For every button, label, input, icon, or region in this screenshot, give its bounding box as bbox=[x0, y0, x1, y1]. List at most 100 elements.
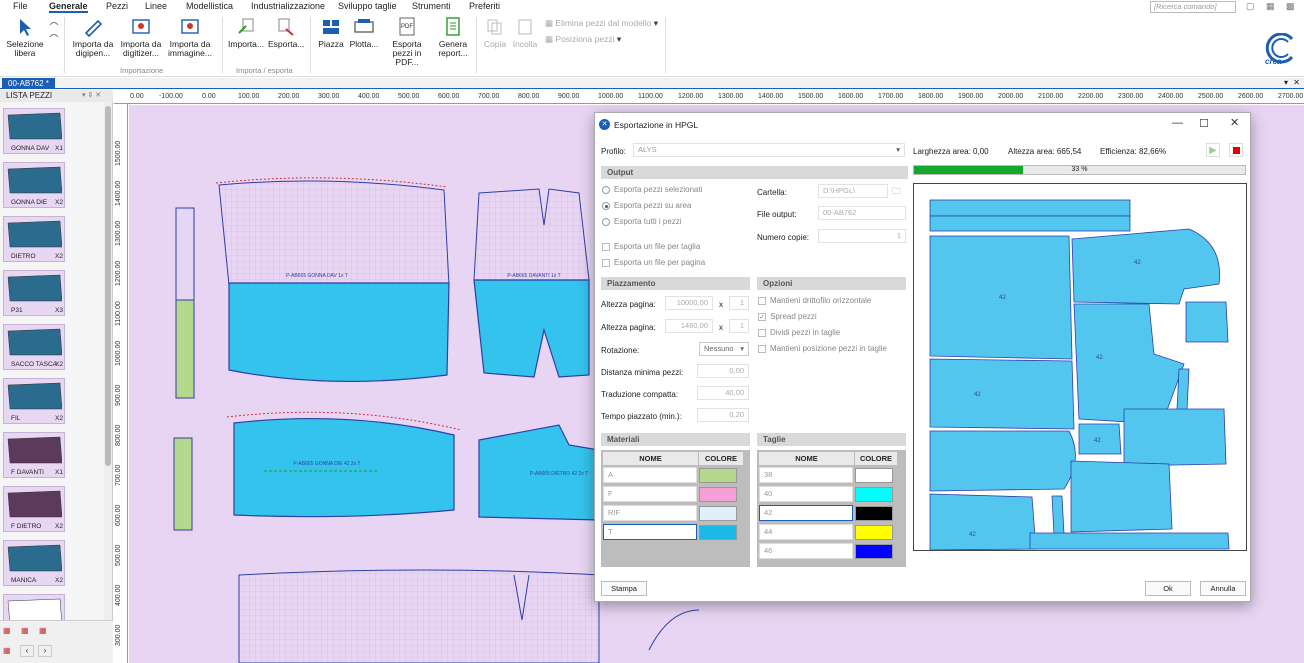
radio-area[interactable] bbox=[602, 202, 610, 210]
taglia-name[interactable]: 38 bbox=[759, 467, 853, 483]
materiali-col-colore[interactable]: COLORE bbox=[699, 452, 743, 465]
materiale-name[interactable]: F bbox=[603, 486, 697, 502]
chk-spread[interactable]: ✓ bbox=[758, 313, 766, 321]
piece-bottom[interactable] bbox=[238, 569, 600, 663]
taglia-color-swatch[interactable] bbox=[855, 487, 893, 502]
menu-strumenti[interactable]: Strumenti bbox=[412, 1, 451, 11]
folder-icon[interactable]: 🗀 bbox=[892, 184, 901, 200]
tempo-input[interactable]: 0,20 bbox=[697, 408, 749, 422]
window-icon-a[interactable]: ▢ bbox=[1246, 1, 1255, 12]
pieces-scroll-thumb[interactable] bbox=[105, 106, 111, 466]
altezza-pagina-input-1[interactable]: 10000,00 bbox=[665, 296, 713, 310]
distanza-input[interactable]: 0,00 bbox=[697, 364, 749, 378]
menu-sviluppo-taglie[interactable]: Sviluppo taglie bbox=[338, 1, 397, 11]
command-search-input[interactable]: [Ricerca comando] bbox=[1150, 1, 1236, 13]
taglia-name[interactable]: 42 bbox=[759, 505, 853, 521]
chk-file-pagina[interactable] bbox=[602, 259, 610, 267]
stampa-button[interactable]: Stampa bbox=[601, 581, 647, 596]
materiale-name[interactable]: RIF bbox=[603, 505, 697, 521]
file-output-input[interactable]: 00-AB762 bbox=[818, 206, 906, 220]
menu-generale[interactable]: Generale bbox=[49, 1, 88, 13]
profilo-select[interactable]: ALYS ▾ bbox=[633, 143, 905, 157]
materiale-color-swatch[interactable] bbox=[699, 487, 737, 502]
panel-pin-icon[interactable]: ▾ ⇕ ✕ bbox=[82, 91, 101, 99]
close-icon[interactable]: ✕ bbox=[1230, 116, 1239, 129]
traduzione-input[interactable]: 40,00 bbox=[697, 386, 749, 400]
importa-digitizer-button[interactable]: Importa da digitizer... bbox=[118, 17, 164, 58]
menu-modellistica[interactable]: Modellistica bbox=[186, 1, 233, 11]
importa-immagine-button[interactable]: Importa da immagine... bbox=[166, 17, 214, 58]
piece-davanti-grid[interactable] bbox=[473, 188, 590, 281]
tab-list-icon[interactable]: ▾ bbox=[1284, 78, 1288, 87]
menu-file[interactable]: File bbox=[13, 1, 28, 11]
menu-industrializzazione[interactable]: Industrializzazione bbox=[251, 1, 325, 11]
taglie-col-colore[interactable]: COLORE bbox=[855, 452, 897, 465]
importa-digipen-button[interactable]: Importa da digipen... bbox=[70, 17, 116, 58]
materiali-col-nome[interactable]: NOME bbox=[603, 452, 698, 465]
genera-report-button[interactable]: Genera report... bbox=[436, 17, 470, 58]
pieces-scrollbar[interactable] bbox=[104, 102, 112, 622]
piece-tool-4-icon[interactable]: ▦ bbox=[3, 646, 11, 655]
piece-gonna-die[interactable] bbox=[233, 417, 455, 518]
piece-strip-green[interactable] bbox=[175, 299, 195, 399]
plotta-button[interactable]: Plotta... bbox=[348, 17, 380, 49]
mult-input-2[interactable]: 1 bbox=[729, 319, 749, 333]
annulla-button[interactable]: Annulla bbox=[1200, 581, 1246, 596]
piece-gonna-dav-grid[interactable] bbox=[218, 180, 450, 286]
taglia-name[interactable]: 46 bbox=[759, 543, 853, 559]
elimina-pezzi-button[interactable]: ▦ Elimina pezzi dal modello ▾ bbox=[545, 19, 658, 28]
piece-tool-1-icon[interactable]: ▦ bbox=[3, 626, 11, 635]
piece-thumbnail[interactable]: MANICA X2 bbox=[3, 540, 65, 586]
taglia-color-swatch[interactable] bbox=[855, 506, 893, 521]
mult-input-1[interactable]: 1 bbox=[729, 296, 749, 310]
next-page-icon[interactable]: › bbox=[38, 645, 52, 657]
piece-thumbnail[interactable]: GONNA DIE X2 bbox=[3, 162, 65, 208]
chk-posizione[interactable] bbox=[758, 345, 766, 353]
materiale-name[interactable]: A bbox=[603, 467, 697, 483]
piece-thumbnail[interactable]: SACCO TASCA X2 bbox=[3, 324, 65, 370]
chk-dividi[interactable] bbox=[758, 329, 766, 337]
posiziona-pezzi-button[interactable]: ▦ Posiziona pezzi ▾ bbox=[545, 35, 621, 44]
piece-thumbnail[interactable]: DIETRO X2 bbox=[3, 216, 65, 262]
copia-button[interactable]: Copia bbox=[482, 17, 508, 49]
esporta-button[interactable]: Esporta... bbox=[268, 17, 304, 49]
piece-thumbnail[interactable]: FIL X2 bbox=[3, 378, 65, 424]
window-icon-c[interactable]: ▩ bbox=[1286, 1, 1295, 12]
piece-davanti[interactable] bbox=[473, 279, 590, 378]
window-icon-b[interactable]: ▦ bbox=[1266, 1, 1275, 12]
piazza-button[interactable]: Piazza bbox=[316, 17, 346, 49]
play-button[interactable]: ▶ bbox=[1206, 143, 1220, 157]
maximize-icon[interactable]: ☐ bbox=[1199, 117, 1209, 130]
radio-tutti[interactable] bbox=[602, 218, 610, 226]
piece-thumbnail[interactable]: P31 X3 bbox=[3, 270, 65, 316]
materiale-color-swatch[interactable] bbox=[699, 506, 737, 521]
taglie-col-nome[interactable]: NOME bbox=[759, 452, 854, 465]
materiale-name[interactable]: T bbox=[603, 524, 697, 540]
taglia-color-swatch[interactable] bbox=[855, 468, 893, 483]
minimize-icon[interactable]: — bbox=[1172, 117, 1183, 129]
altezza-pagina-input-2[interactable]: 1460,00 bbox=[665, 319, 713, 333]
piece-thumbnail[interactable]: F DAVANTI X1 bbox=[3, 432, 65, 478]
piece-gonna-dav[interactable] bbox=[228, 282, 450, 382]
piece-tool-2-icon[interactable]: ▦ bbox=[21, 626, 29, 635]
undo-redo-icon[interactable] bbox=[47, 19, 61, 51]
incolla-button[interactable]: Incolla bbox=[511, 17, 539, 49]
esporta-pdf-button[interactable]: PDF Esporta pezzi in PDF... bbox=[382, 17, 432, 67]
chk-file-taglia[interactable] bbox=[602, 243, 610, 251]
menu-preferiti[interactable]: Preferiti bbox=[469, 1, 500, 11]
menu-linee[interactable]: Linee bbox=[145, 1, 167, 11]
document-tab[interactable]: 00-AB762 * bbox=[2, 78, 55, 89]
rotazione-select[interactable]: Nessuno ▾ bbox=[699, 342, 749, 356]
taglia-color-swatch[interactable] bbox=[855, 544, 893, 559]
copie-input[interactable]: 1 bbox=[818, 229, 906, 243]
ok-button[interactable]: Ok bbox=[1145, 581, 1191, 596]
taglia-name[interactable]: 40 bbox=[759, 486, 853, 502]
chk-drittofilo[interactable] bbox=[758, 297, 766, 305]
piece-tool-3-icon[interactable]: ▦ bbox=[39, 626, 47, 635]
cartella-input[interactable]: D:\HPGL\ bbox=[818, 184, 888, 198]
taglia-name[interactable]: 44 bbox=[759, 524, 853, 540]
piece-thumbnail[interactable]: GONNA DAV X1 bbox=[3, 108, 65, 154]
importa-button[interactable]: Importa... bbox=[228, 17, 264, 49]
prev-page-icon[interactable]: ‹ bbox=[20, 645, 34, 657]
piece-strip-bottom[interactable] bbox=[173, 437, 193, 531]
